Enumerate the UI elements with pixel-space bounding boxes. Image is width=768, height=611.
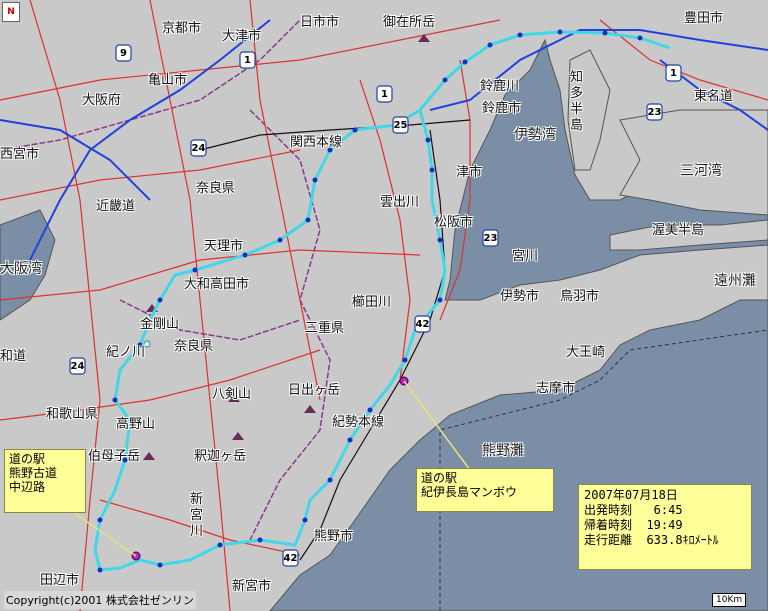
road-label: 近畿道 <box>96 199 136 214</box>
mountain-label: 金剛山 <box>140 317 180 332</box>
mountain-label: 八剣山 <box>212 387 252 402</box>
trip-stats-panel: 2007年07月18日 出発時刻 6:45 帰着時刻 19:49 走行距離 63… <box>578 484 752 570</box>
callout-michinoeki-kiinagashima: 道の駅 紀伊長島マンボウ <box>416 468 554 512</box>
scale-bar: 10Km <box>712 593 747 607</box>
road-label: 和道 <box>0 349 27 364</box>
rail-label: 関西本線 <box>290 135 343 150</box>
place-label: 鳥羽市 <box>560 289 600 304</box>
route-number: 23 <box>647 107 662 118</box>
trip-date: 2007年07月18日 <box>584 488 678 502</box>
place-label: 伊勢市 <box>500 289 540 304</box>
map-canvas[interactable]: N 9 1 1 24 25 23 23 24 42 42 1 京都市 大津市 日… <box>0 0 768 611</box>
sea-label: 大阪湾 <box>0 261 42 277</box>
rail-label: 紀勢本線 <box>332 415 385 430</box>
sea-label: 伊勢湾 <box>514 127 556 143</box>
place-label: 京都市 <box>162 21 202 36</box>
place-label: 御在所岳 <box>383 15 436 30</box>
place-label: 亀山市 <box>148 73 188 88</box>
arrival-time: 帰着時刻 19:49 <box>584 518 683 532</box>
route-number: 25 <box>393 120 408 131</box>
route-number: 1 <box>244 55 251 66</box>
sea-label: 三河湾 <box>680 163 722 179</box>
river-label: 紀ノ川 <box>106 345 146 360</box>
place-label: 渥美半島 <box>652 223 705 238</box>
place-label: 三重県 <box>305 321 345 336</box>
place-label: 大津市 <box>222 29 262 44</box>
river-label: 宮川 <box>512 249 539 264</box>
mountain-label: 高野山 <box>116 417 156 432</box>
place-label: 大和高田市 <box>184 277 250 292</box>
place-label: 日市市 <box>300 15 340 30</box>
sea-label: 熊野灘 <box>482 443 524 459</box>
river-label: 新宮川 <box>190 492 204 539</box>
place-label: 奈良県 <box>196 181 236 196</box>
route-number: 23 <box>483 233 498 244</box>
route-number: 9 <box>120 48 127 59</box>
river-label: 雲出川 <box>380 195 420 210</box>
place-label: 津市 <box>456 165 483 180</box>
place-label: 松阪市 <box>434 215 474 230</box>
sea-label: 遠州灘 <box>714 273 756 289</box>
route-number: 42 <box>283 553 298 564</box>
mountain-label: 釈迦ヶ岳 <box>194 449 247 464</box>
place-label: 大王崎 <box>566 345 606 360</box>
departure-time: 出発時刻 6:45 <box>584 503 683 517</box>
callout-michinoeki-nakahechi: 道の駅 熊野古道 中辺路 <box>4 449 86 513</box>
place-label: 田辺市 <box>40 573 80 588</box>
mountain-label: 伯母子岳 <box>88 449 141 464</box>
place-label: 奈良県 <box>174 339 214 354</box>
route-number: 1 <box>381 89 388 100</box>
place-label: 大阪府 <box>82 93 122 108</box>
road-label: 東名道 <box>694 89 734 104</box>
distance-traveled: 走行距離 633.8ｷﾛﾒｰﾄﾙ <box>584 533 719 547</box>
place-label: 熊野市 <box>314 529 354 544</box>
place-label: 和歌山県 <box>46 407 99 422</box>
route-number: 24 <box>191 143 206 154</box>
copyright-notice: Copyright(c)2001 株式会社ゼンリン <box>4 591 196 609</box>
place-label: 天理市 <box>204 239 244 254</box>
compass-icon: N <box>2 2 20 22</box>
river-label: 櫛田川 <box>352 295 392 310</box>
place-label: 西宮市 <box>0 147 40 162</box>
river-label: 鈴鹿川 <box>480 79 520 94</box>
mountain-label: 日出ヶ岳 <box>288 383 341 398</box>
place-label: 志摩市 <box>536 381 576 396</box>
place-label: 豊田市 <box>684 11 724 26</box>
place-label: 鈴鹿市 <box>482 101 522 116</box>
place-label: 新宮市 <box>232 579 272 594</box>
route-number: 24 <box>70 361 85 372</box>
route-number: 1 <box>670 68 677 79</box>
place-label: 知多半島 <box>570 70 584 133</box>
route-number: 42 <box>415 319 430 330</box>
